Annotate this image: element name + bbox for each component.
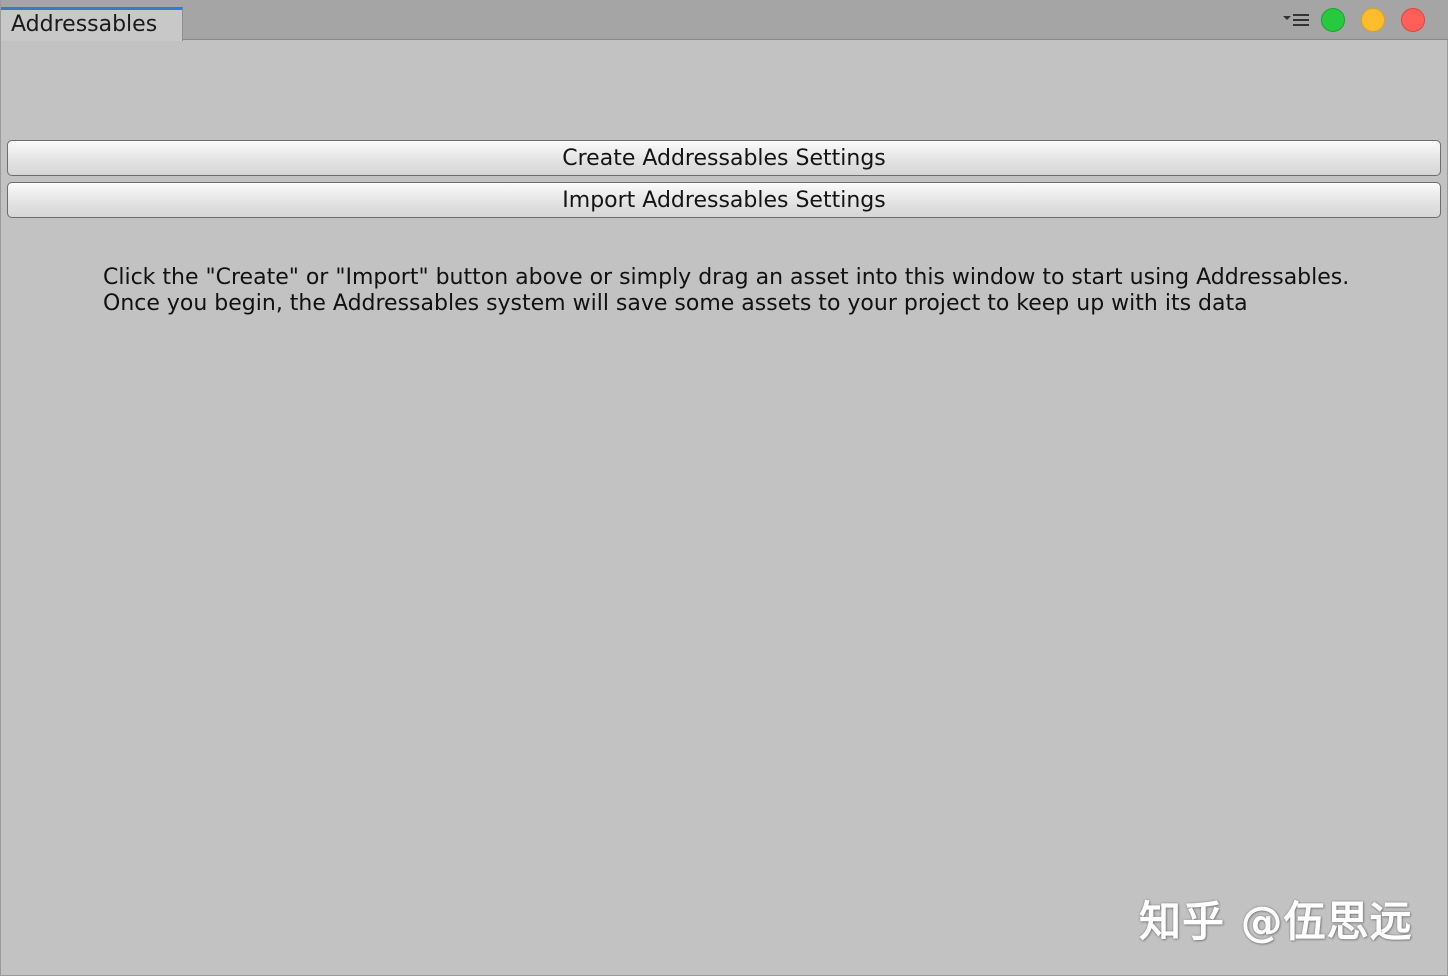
dropdown-menu-icon[interactable] (1283, 12, 1313, 28)
help-line-2: Once you begin, the Addressables system … (103, 291, 1248, 316)
help-message: Click the "Create" or "Import" button ab… (103, 265, 1403, 317)
minimize-button[interactable] (1361, 8, 1385, 32)
tab-bar: Addressables (1, 0, 1448, 41)
addressables-window: Addressables Create Addressables Setting… (0, 0, 1448, 976)
maximize-button[interactable] (1321, 8, 1345, 32)
create-addressables-settings-button[interactable]: Create Addressables Settings (7, 140, 1441, 176)
tab-addressables[interactable]: Addressables (1, 7, 183, 41)
help-line-1: Click the "Create" or "Import" button ab… (103, 265, 1350, 290)
tab-title: Addressables (11, 12, 158, 37)
watermark: 知乎 @伍思远 (1139, 897, 1413, 946)
import-addressables-settings-button[interactable]: Import Addressables Settings (7, 182, 1441, 218)
close-button[interactable] (1401, 8, 1425, 32)
